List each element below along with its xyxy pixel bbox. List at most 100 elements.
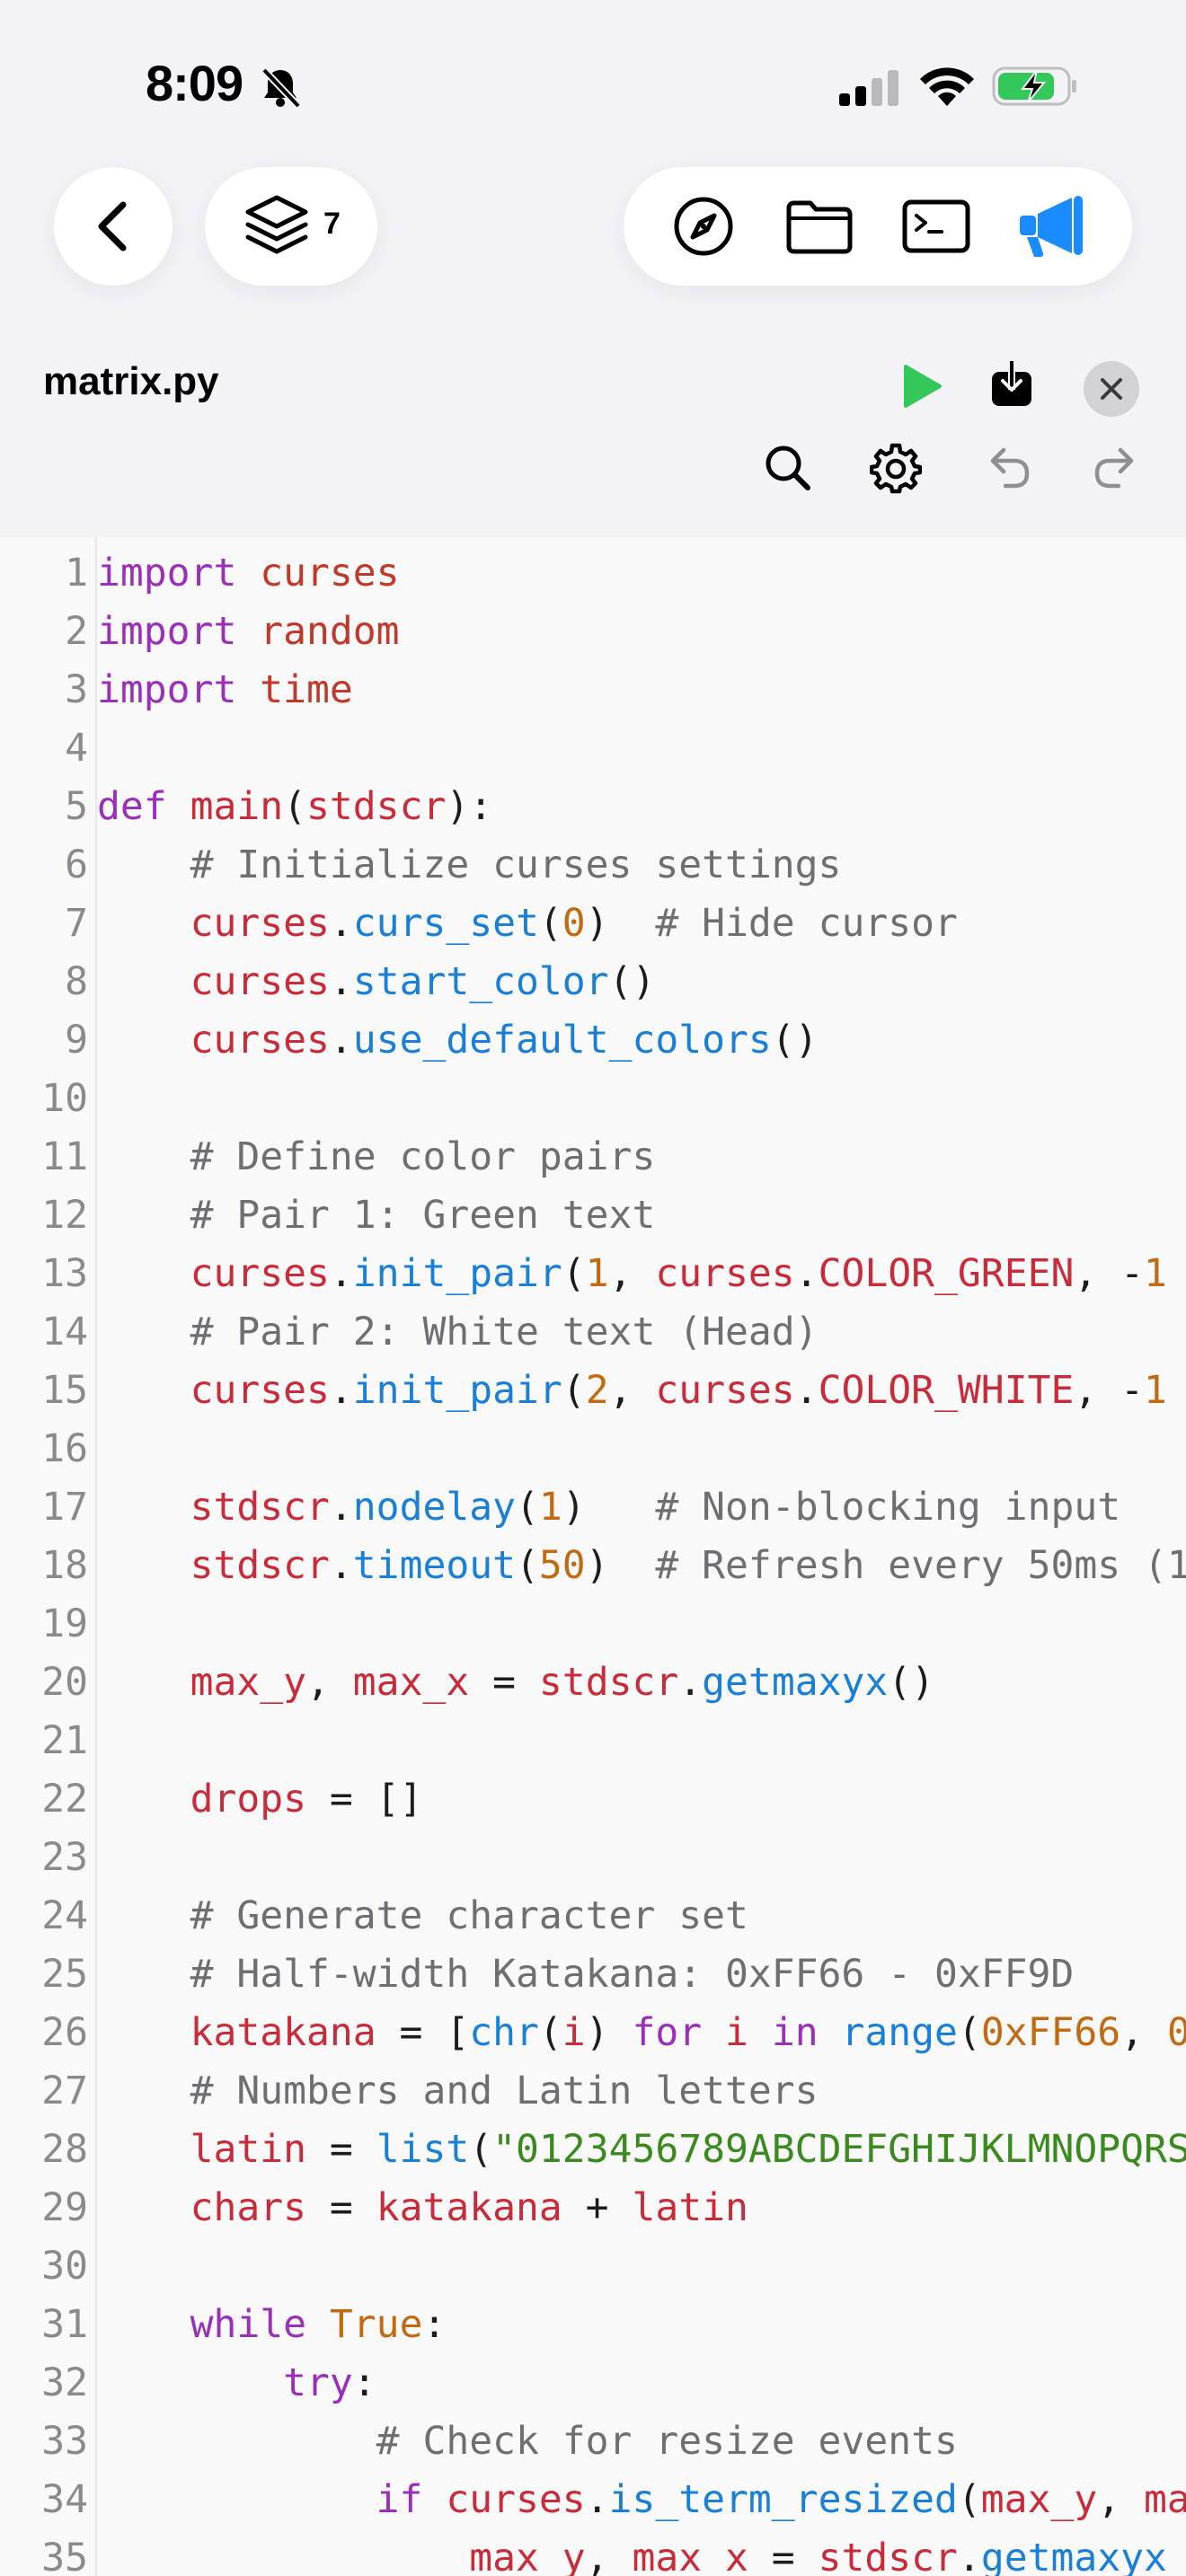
code-line[interactable]: 29 chars = katakana + latin [0, 2179, 1186, 2237]
code-token: ) [585, 901, 656, 946]
code-line[interactable]: 35 max_y, max_x = stdscr.getmaxyx [0, 2529, 1186, 2576]
line-number: 27 [41, 2069, 88, 2113]
code-token: # Check for resize events [376, 2419, 958, 2464]
code-token: . [329, 901, 353, 946]
redo-icon [1094, 447, 1134, 489]
line-number: 14 [41, 1310, 88, 1354]
tools-group [624, 167, 1132, 286]
code-token: curses [260, 551, 400, 595]
code-line[interactable]: 33 # Check for resize events [0, 2413, 1186, 2471]
code-token: ( [562, 1251, 586, 1296]
code-editor[interactable]: 1 import curses 2 import random 3 import time… [0, 537, 1186, 2576]
line-number: 31 [41, 2302, 88, 2347]
code-line[interactable]: 9 curses.use_default_colors() [0, 1011, 1186, 1070]
terminal-button[interactable] [900, 190, 972, 262]
code-line[interactable]: 28 latin = list("0123456789ABCDEFGHIJKLM… [0, 2121, 1186, 2179]
line-source: # Check for resize events [97, 2413, 958, 2471]
code-line[interactable]: 7 curses.curs_set(0) # Hide cursor [0, 895, 1186, 953]
code-token: = [ [376, 2010, 470, 2055]
line-number: 30 [41, 2244, 88, 2289]
code-token: max_y [980, 2477, 1098, 2522]
line-source: # Half-width Katakana: 0xFF66 - 0xFF9D [97, 1945, 1075, 2004]
code-line[interactable]: 34 if curses.is_term_resized(max_y, ma [0, 2471, 1186, 2529]
code-line[interactable]: 13 curses.init_pair(1, curses.COLOR_GREE… [0, 1245, 1186, 1303]
megaphone-icon [1020, 196, 1084, 257]
code-line[interactable]: 30 [0, 2237, 1186, 2296]
code-line[interactable]: 19 [0, 1595, 1186, 1654]
files-button[interactable] [783, 190, 855, 262]
code-line[interactable]: 27 # Numbers and Latin letters [0, 2062, 1186, 2121]
code-line[interactable]: 11 # Define color pairs [0, 1128, 1186, 1187]
code-token: # Initialize curses settings [190, 842, 842, 887]
code-line[interactable]: 21 [0, 1712, 1186, 1770]
line-number: 21 [41, 1718, 88, 1763]
code-line[interactable]: 14 # Pair 2: White text (Head) [0, 1303, 1186, 1362]
code-token: , [608, 1251, 656, 1296]
code-line[interactable]: 12 # Pair 1: Green text [0, 1187, 1186, 1245]
code-token: + [562, 2185, 633, 2230]
line-number: 6 [65, 842, 88, 887]
back-button[interactable] [54, 167, 173, 286]
download-button[interactable] [983, 356, 1040, 413]
line-number: 17 [41, 1485, 88, 1530]
code-token: if [376, 2477, 423, 2522]
code-line[interactable]: 6 # Initialize curses settings [0, 836, 1186, 895]
code-token: () [888, 1660, 935, 1705]
code-line[interactable]: 20 max_y, max_x = stdscr.getmaxyx() [0, 1654, 1186, 1712]
search-button[interactable] [757, 437, 819, 499]
code-token: getmaxyx [702, 1660, 889, 1705]
code-line[interactable]: 31 while True: [0, 2296, 1186, 2354]
code-line[interactable]: 32 try: [0, 2354, 1186, 2413]
browser-button[interactable] [668, 190, 739, 262]
code-token: is_term_resized [608, 2477, 958, 2522]
code-line[interactable]: 23 [0, 1829, 1186, 1887]
code-line[interactable]: 16 [0, 1420, 1186, 1478]
undo-button[interactable] [978, 437, 1040, 499]
redo-button[interactable] [1084, 437, 1146, 499]
code-line[interactable]: 8 curses.start_color() [0, 953, 1186, 1011]
code-token: max_y [190, 1660, 307, 1705]
code-token: , [1120, 2010, 1167, 2055]
line-number: 28 [41, 2127, 88, 2172]
code-token: curses [190, 959, 330, 1004]
code-line[interactable]: 2 import random [0, 603, 1186, 661]
code-token: curses [190, 901, 330, 946]
code-token: ( [469, 2127, 493, 2172]
code-line[interactable]: 25 # Half-width Katakana: 0xFF66 - 0xFF9… [0, 1945, 1186, 2004]
announcements-button[interactable] [1016, 190, 1088, 262]
code-line[interactable]: 10 [0, 1070, 1186, 1128]
settings-button[interactable] [864, 437, 927, 499]
code-line[interactable]: 18 stdscr.timeout(50) # Refresh every 50… [0, 1537, 1186, 1595]
code-line[interactable]: 26 katakana = [chr(i) for i in range(0xF… [0, 2004, 1186, 2062]
close-file-button[interactable] [1084, 361, 1139, 417]
code-token: katakana [376, 2185, 562, 2230]
line-source: drops = [] [97, 1770, 423, 1829]
code-line[interactable]: 1 import curses [0, 544, 1186, 603]
code-token: for [632, 2010, 703, 2055]
code-token: ( [538, 901, 562, 946]
code-token: = [] [306, 1777, 423, 1822]
code-line[interactable]: 3 import time [0, 661, 1186, 719]
code-line[interactable]: 5 def main(stdscr): [0, 778, 1186, 836]
code-token: , [1097, 2477, 1145, 2522]
code-token: stdscr [190, 1543, 330, 1588]
code-token: . [329, 1018, 353, 1063]
layers-icon [245, 195, 308, 254]
search-icon [766, 446, 810, 490]
code-line[interactable]: 22 drops = [] [0, 1770, 1186, 1829]
code-line[interactable]: 24 # Generate character set [0, 1887, 1186, 1945]
code-line[interactable]: 4 [0, 719, 1186, 778]
tabs-button[interactable]: 7 [205, 167, 377, 286]
run-button[interactable] [893, 357, 951, 415]
line-source: curses.use_default_colors() [97, 1011, 819, 1070]
code-line[interactable]: 15 curses.init_pair(2, curses.COLOR_WHIT… [0, 1362, 1186, 1420]
file-name: matrix.py [43, 359, 219, 403]
code-token: ( [516, 1543, 539, 1588]
code-line[interactable]: 17 stdscr.nodelay(1) # Non-blocking inpu… [0, 1478, 1186, 1537]
code-token: ( [283, 784, 307, 829]
